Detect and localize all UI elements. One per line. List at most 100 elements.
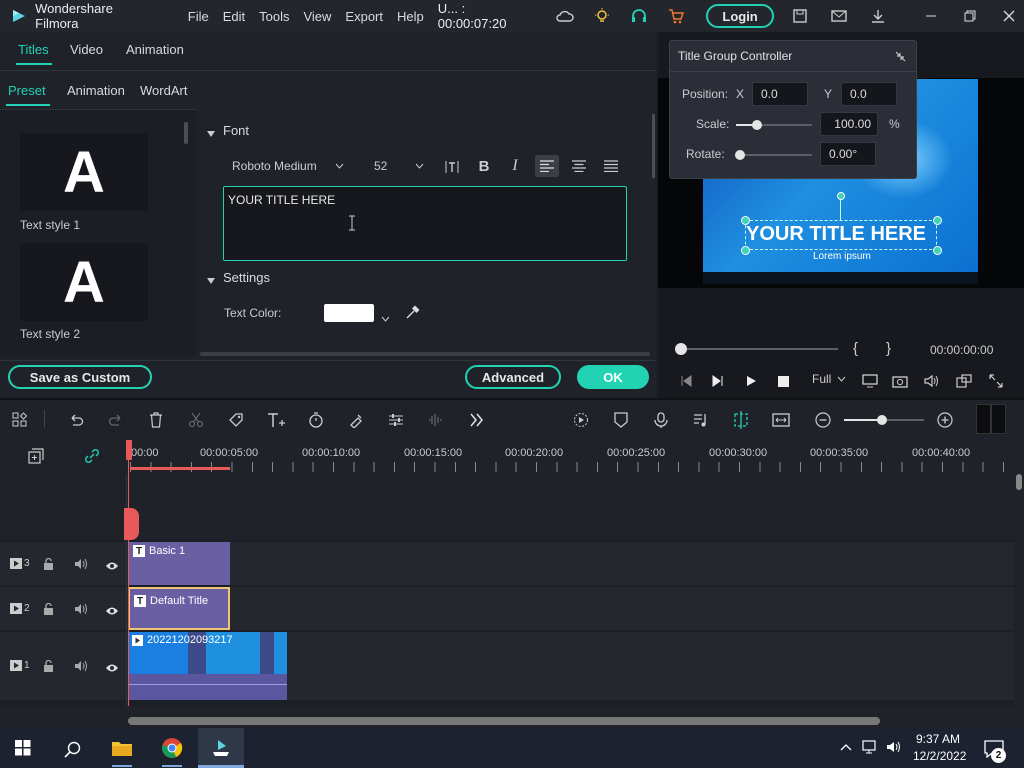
lock-icon[interactable] — [43, 659, 54, 675]
subtab-wordart[interactable]: WordArt — [140, 83, 187, 98]
timeline-horizontal-scrollbar[interactable] — [128, 717, 880, 725]
settings-scrollbar[interactable] — [652, 114, 655, 178]
rotate-slider-knob[interactable] — [735, 150, 745, 160]
speaker-icon[interactable] — [74, 603, 88, 618]
speaker-icon[interactable] — [74, 660, 88, 675]
tag-icon[interactable] — [226, 410, 246, 430]
timer-icon[interactable] — [306, 410, 326, 430]
ok-button[interactable]: OK — [577, 365, 649, 389]
adjust-icon[interactable] — [386, 410, 406, 430]
advanced-button[interactable]: Advanced — [465, 365, 561, 389]
add-track-icon[interactable] — [26, 446, 46, 466]
stop-icon[interactable] — [775, 373, 791, 389]
color-match-icon[interactable] — [346, 410, 366, 430]
scale-input[interactable]: 100.00 — [820, 112, 878, 136]
download-icon[interactable] — [864, 1, 893, 31]
minimize-icon[interactable] — [917, 1, 946, 31]
eye-icon[interactable] — [105, 559, 119, 574]
zoom-in-icon[interactable] — [935, 410, 955, 430]
position-y-input[interactable]: 0.0 — [841, 82, 897, 106]
position-x-input[interactable]: 0.0 — [752, 82, 808, 106]
menu-export[interactable]: Export — [345, 9, 383, 24]
chevron-down-icon[interactable] — [381, 310, 390, 325]
align-left-icon[interactable] — [535, 155, 559, 177]
lock-icon[interactable] — [43, 602, 54, 618]
playback-scrubber-track[interactable] — [680, 348, 838, 350]
italic-icon[interactable]: I — [505, 156, 525, 176]
fit-icon[interactable] — [771, 410, 791, 430]
restore-icon[interactable] — [956, 1, 985, 31]
align-center-icon[interactable] — [567, 155, 591, 177]
save-as-custom-button[interactable]: Save as Custom — [8, 365, 152, 389]
tray-chevron-up-icon[interactable] — [838, 739, 854, 755]
subtab-preset[interactable]: Preset — [8, 83, 46, 98]
video-clip[interactable]: 20221202093217 — [128, 632, 287, 700]
scissors-icon[interactable] — [186, 410, 206, 430]
layout-icon[interactable] — [10, 410, 30, 430]
previous-frame-icon[interactable] — [678, 373, 694, 389]
pip-icon[interactable] — [955, 372, 973, 390]
mark-in-icon[interactable]: { — [853, 340, 858, 357]
tab-titles[interactable]: Titles — [18, 42, 49, 57]
mail-icon[interactable] — [825, 1, 854, 31]
title-clip-default-title[interactable]: T Default Title — [128, 587, 230, 630]
font-size-select[interactable]: 52 — [368, 155, 430, 177]
link-icon[interactable] — [82, 446, 102, 466]
search-icon[interactable] — [62, 739, 82, 759]
timeline-view-toggle[interactable] — [976, 404, 1006, 434]
login-button[interactable]: Login — [706, 4, 774, 28]
speaker-icon[interactable] — [74, 558, 88, 573]
chrome-icon[interactable] — [160, 736, 184, 760]
taskbar-time[interactable]: 9:37 AM — [916, 732, 960, 746]
font-family-select[interactable]: Roboto Medium — [224, 155, 352, 177]
menu-help[interactable]: Help — [397, 9, 424, 24]
text-spacing-icon[interactable] — [442, 157, 462, 177]
resize-handle[interactable] — [741, 216, 750, 225]
lock-icon[interactable] — [43, 557, 54, 573]
filmora-taskbar-icon[interactable] — [198, 728, 244, 768]
tab-video[interactable]: Video — [70, 42, 103, 57]
music-list-icon[interactable] — [691, 410, 711, 430]
menu-edit[interactable]: Edit — [223, 9, 245, 24]
title-clip-basic-1[interactable]: T Basic 1 — [128, 542, 230, 585]
settings-section-caret-icon[interactable] — [207, 273, 215, 288]
headset-icon[interactable] — [624, 1, 653, 31]
volume-tray-icon[interactable] — [886, 739, 902, 755]
fullscreen-icon[interactable] — [987, 372, 1005, 390]
microphone-icon[interactable] — [651, 410, 671, 430]
eye-icon[interactable] — [105, 604, 119, 619]
rotate-slider[interactable] — [736, 154, 812, 156]
redo-icon[interactable] — [106, 410, 126, 430]
text-style-1-thumb[interactable]: A — [20, 133, 148, 211]
snapshot-icon[interactable] — [891, 372, 909, 390]
add-text-icon[interactable] — [266, 410, 288, 430]
auto-sync-icon[interactable] — [731, 410, 751, 430]
style-list-scrollbar[interactable] — [184, 122, 188, 144]
marker-icon[interactable] — [611, 410, 631, 430]
text-color-swatch[interactable] — [324, 304, 374, 322]
volume-icon[interactable] — [923, 372, 941, 390]
playhead-line[interactable] — [128, 440, 129, 716]
tab-animation[interactable]: Animation — [126, 42, 184, 57]
lightbulb-icon[interactable] — [587, 1, 616, 31]
zoom-out-icon[interactable] — [813, 410, 833, 430]
collapse-icon[interactable] — [894, 50, 907, 66]
cart-icon[interactable] — [661, 1, 690, 31]
taskbar-date[interactable]: 12/2/2022 — [913, 749, 966, 763]
display-icon[interactable] — [861, 372, 879, 390]
rotate-handle[interactable] — [837, 192, 845, 200]
save-icon[interactable] — [786, 1, 815, 31]
render-preview-icon[interactable] — [571, 410, 591, 430]
eyedropper-icon[interactable] — [405, 305, 420, 323]
menu-tools[interactable]: Tools — [259, 9, 289, 24]
play-icon[interactable] — [743, 373, 759, 389]
horizontal-scrollbar[interactable] — [200, 352, 650, 356]
resize-handle[interactable] — [741, 246, 750, 255]
windows-start-icon[interactable] — [14, 739, 32, 757]
cloud-icon[interactable] — [550, 1, 579, 31]
playback-scrubber-knob[interactable] — [675, 343, 687, 355]
font-section-caret-icon[interactable] — [207, 126, 215, 141]
align-justify-icon[interactable] — [599, 155, 623, 177]
file-explorer-icon[interactable] — [110, 737, 134, 759]
audio-wave-icon[interactable] — [426, 410, 446, 430]
